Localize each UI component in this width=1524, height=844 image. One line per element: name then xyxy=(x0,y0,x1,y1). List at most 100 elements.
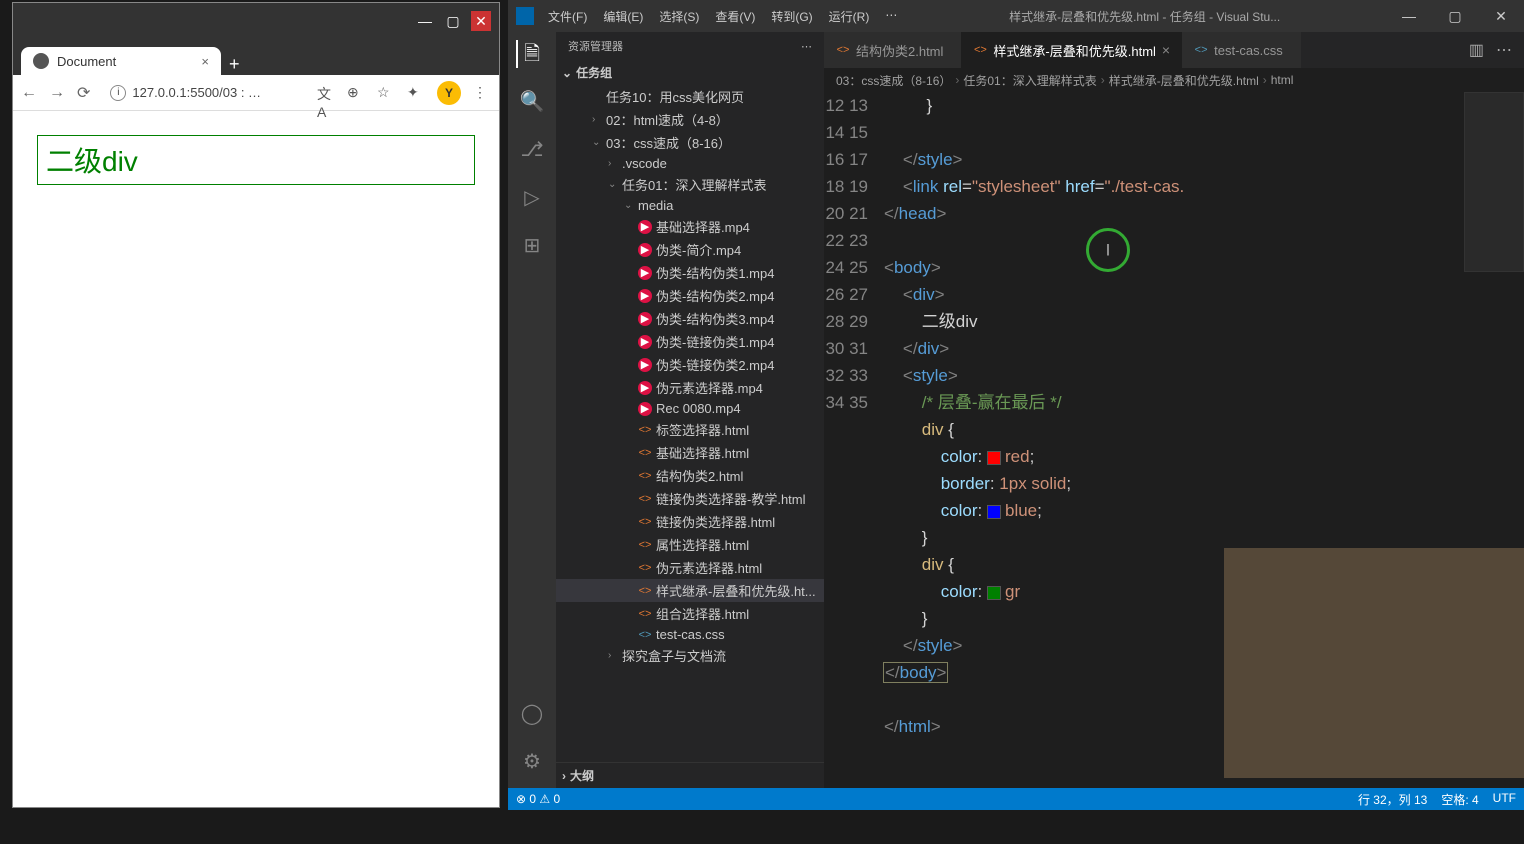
minimize-button[interactable]: — xyxy=(415,11,435,31)
url-bar[interactable]: i 127.0.0.1:5500/03 : … xyxy=(102,81,305,105)
outline-section[interactable]: › 大纲 xyxy=(556,762,824,788)
menu-item[interactable]: 编辑(E) xyxy=(597,6,649,27)
tree-item-label: 属性选择器.html xyxy=(656,535,749,554)
editor-tab[interactable]: <>样式继承-层叠和优先级.html× xyxy=(961,32,1182,68)
tree-item[interactable]: ⌄03：css速成（8-16） xyxy=(556,131,824,154)
browser-tab[interactable]: Document × xyxy=(21,47,221,75)
sidebar: 资源管理器 ⋯ ⌄ 任务组 任务10：用css美化网页›02：html速成（4-… xyxy=(556,32,824,788)
file-icon: <> xyxy=(638,628,652,642)
forward-button[interactable]: → xyxy=(49,84,65,102)
breadcrumb-item[interactable]: 03：css速成（8-16） xyxy=(836,72,951,89)
tree-item[interactable]: <>基础选择器.html xyxy=(556,441,824,464)
line-gutter: 12 13 14 15 16 17 18 19 20 21 22 23 24 2… xyxy=(824,92,884,788)
tree-item-label: .vscode xyxy=(622,156,667,171)
sidebar-header: 资源管理器 ⋯ xyxy=(556,32,824,60)
tree-item[interactable]: ›02：html速成（4-8） xyxy=(556,108,824,131)
tree-item[interactable]: ⌄ media xyxy=(556,196,824,215)
extensions-icon[interactable]: ✦ xyxy=(407,84,425,102)
tree-item[interactable]: <>结构伪类2.html xyxy=(556,464,824,487)
tab-title: Document xyxy=(57,54,116,69)
tree-item-label: 基础选择器.mp4 xyxy=(656,217,750,236)
file-icon: <> xyxy=(973,43,987,57)
chevron-right-icon: › xyxy=(562,769,566,783)
more-icon[interactable]: ⋯ xyxy=(1496,40,1512,60)
extensions-icon[interactable]: ⊞ xyxy=(518,232,546,260)
split-icon[interactable]: ▥ xyxy=(1469,40,1484,60)
source-control-icon[interactable]: ⎇ xyxy=(518,136,546,164)
close-button[interactable]: ✕ xyxy=(1478,8,1524,25)
more-icon[interactable]: ⋯ xyxy=(801,40,812,53)
tree-item[interactable]: ▶伪元素选择器.mp4 xyxy=(556,376,824,399)
tab-label: test-cas.css xyxy=(1214,43,1283,58)
menu-icon[interactable]: ⋮ xyxy=(473,84,491,102)
tree-item[interactable]: ▶伪类-结构伪类3.mp4 xyxy=(556,307,824,330)
minimize-button[interactable]: — xyxy=(1386,8,1432,24)
tree-item[interactable]: <>组合选择器.html xyxy=(556,602,824,625)
tree-item[interactable]: <>test-cas.css xyxy=(556,625,824,644)
bookmark-icon[interactable]: ☆ xyxy=(377,84,395,102)
tree-item[interactable]: 任务10：用css美化网页 xyxy=(556,85,824,108)
maximize-button[interactable]: ▢ xyxy=(443,11,463,31)
menu-item[interactable]: 查看(V) xyxy=(709,6,761,27)
tab-close-icon[interactable]: × xyxy=(1162,42,1170,58)
tree-item[interactable]: <>样式继承-层叠和优先级.ht... xyxy=(556,579,824,602)
tree-item[interactable]: ›.vscode xyxy=(556,154,824,173)
tree-item[interactable]: <>伪元素选择器.html xyxy=(556,556,824,579)
zoom-icon[interactable]: ⊕ xyxy=(347,84,365,102)
back-button[interactable]: ← xyxy=(21,84,37,102)
breadcrumb-item[interactable]: 任务01：深入理解样式表 xyxy=(963,72,1096,89)
tree-item[interactable]: ▶伪类-链接伪类1.mp4 xyxy=(556,330,824,353)
tree-item[interactable]: ▶伪类-结构伪类2.mp4 xyxy=(556,284,824,307)
status-errors[interactable]: ⊗ 0 ⚠ 0 xyxy=(516,792,560,806)
file-icon: <> xyxy=(638,538,652,552)
menu-item[interactable]: ⋯ xyxy=(879,6,903,27)
tree-item[interactable]: <>标签选择器.html xyxy=(556,418,824,441)
menu-item[interactable]: 选择(S) xyxy=(653,6,705,27)
editor-tab[interactable]: <>结构伪类2.html xyxy=(824,32,961,68)
tab-close-icon[interactable]: × xyxy=(201,54,209,69)
tree-item-label: 伪类-结构伪类2.mp4 xyxy=(656,286,774,305)
tree-item[interactable]: ▶伪类-简介.mp4 xyxy=(556,238,824,261)
tree-item[interactable]: <>链接伪类选择器.html xyxy=(556,510,824,533)
status-encoding[interactable]: UTF xyxy=(1493,791,1516,808)
tree-item[interactable]: ▶伪类-结构伪类1.mp4 xyxy=(556,261,824,284)
tree-item[interactable]: ›探究盒子与文档流 xyxy=(556,644,824,667)
menu-item[interactable]: 转到(G) xyxy=(765,6,818,27)
tree-item[interactable]: <> 属性选择器.html xyxy=(556,533,824,556)
breadcrumb[interactable]: 03：css速成（8-16）›任务01：深入理解样式表›样式继承-层叠和优先级.… xyxy=(824,68,1524,92)
tree-item[interactable]: ▶伪类-链接伪类2.mp4 xyxy=(556,353,824,376)
new-tab-button[interactable]: + xyxy=(229,54,240,75)
browser-titlebar: — ▢ ✕ xyxy=(13,3,499,39)
gear-icon[interactable]: ⚙ xyxy=(518,748,546,776)
separator-icon: › xyxy=(955,73,959,87)
tree-item-label: 伪类-简介.mp4 xyxy=(656,240,741,259)
project-section[interactable]: ⌄ 任务组 xyxy=(556,60,824,85)
search-icon[interactable]: 🔍 xyxy=(518,88,546,116)
chevron-icon: ⌄ xyxy=(624,200,634,211)
breadcrumb-item[interactable]: html xyxy=(1271,73,1294,87)
tree-item[interactable]: ⌄任务01：深入理解样式表 xyxy=(556,173,824,196)
status-bar: ⊗ 0 ⚠ 0 行 32，列 13 空格: 4 UTF xyxy=(508,788,1524,810)
status-spaces[interactable]: 空格: 4 xyxy=(1441,791,1478,808)
translate-icon[interactable]: 文A xyxy=(317,84,335,102)
tree-item[interactable]: <>链接伪类选择器-教学.html xyxy=(556,487,824,510)
status-position[interactable]: 行 32，列 13 xyxy=(1358,791,1427,808)
editor-tab[interactable]: <>test-cas.css xyxy=(1182,32,1301,68)
account-icon[interactable]: ◯ xyxy=(518,700,546,728)
reload-button[interactable]: ⟳ xyxy=(77,83,90,103)
menu-item[interactable]: 运行(R) xyxy=(823,6,876,27)
outline-label: 大纲 xyxy=(570,767,594,784)
explorer-icon[interactable]: 🗎 xyxy=(516,40,546,68)
menu-item[interactable]: 文件(F) xyxy=(542,6,593,27)
tree-item[interactable]: ▶Rec 0080.mp4 xyxy=(556,399,824,418)
debug-icon[interactable]: ▷ xyxy=(518,184,546,212)
breadcrumb-item[interactable]: 样式继承-层叠和优先级.html xyxy=(1109,72,1259,89)
close-button[interactable]: ✕ xyxy=(471,11,491,31)
maximize-button[interactable]: ▢ xyxy=(1432,8,1478,25)
tree-item-label: media xyxy=(638,198,673,213)
minimap[interactable] xyxy=(1464,92,1524,272)
file-icon: <> xyxy=(638,607,652,621)
avatar[interactable]: Y xyxy=(437,81,461,105)
tree-item[interactable]: ▶基础选择器.mp4 xyxy=(556,215,824,238)
globe-icon xyxy=(33,53,49,69)
